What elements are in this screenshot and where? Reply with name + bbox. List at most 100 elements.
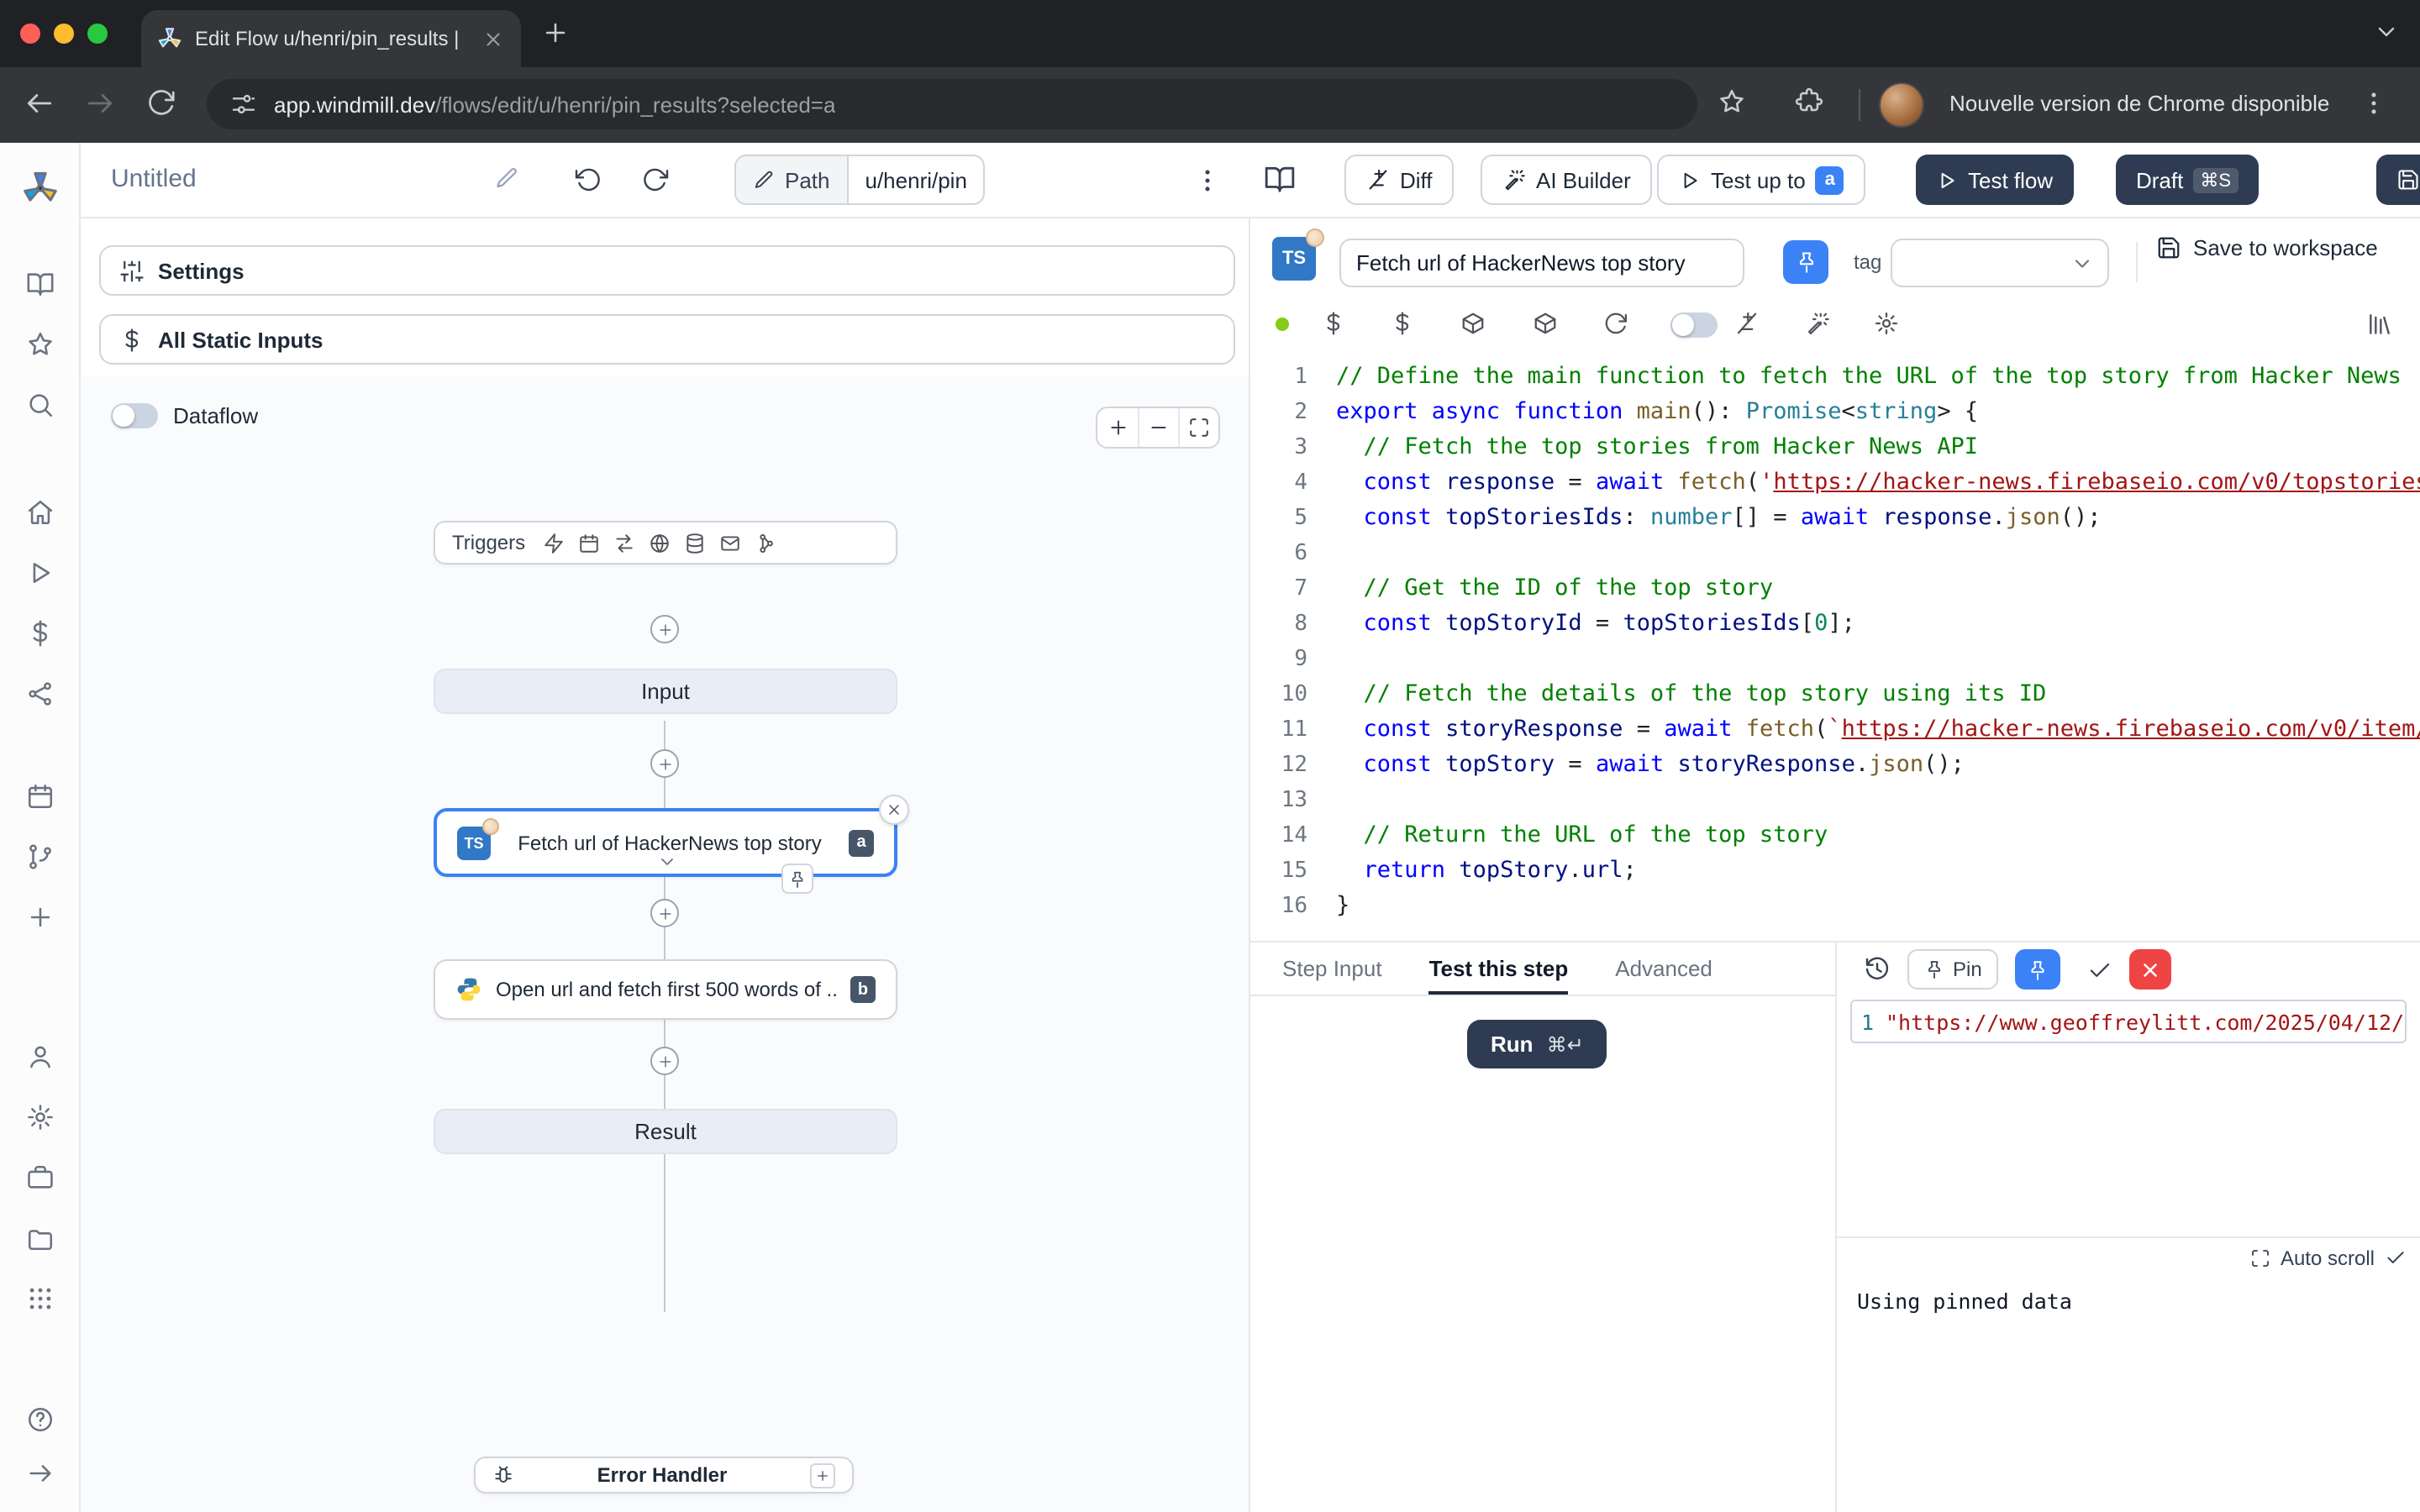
check-icon[interactable] <box>2385 1247 2407 1268</box>
fit-view-button[interactable] <box>1178 408 1218 447</box>
rail-favorites-button[interactable] <box>25 330 54 359</box>
bookmark-star-icon[interactable] <box>1718 87 1746 116</box>
add-step-button[interactable] <box>650 615 679 643</box>
add-error-handler-button[interactable] <box>810 1462 835 1488</box>
rail-workers-button[interactable] <box>25 1163 54 1192</box>
tab-search-button[interactable] <box>2373 18 2400 45</box>
postgres-icon[interactable] <box>683 532 705 554</box>
back-button[interactable] <box>24 87 55 119</box>
tab-advanced[interactable]: Advanced <box>1615 942 1712 995</box>
editor-toggle[interactable] <box>1670 312 1718 338</box>
schedule-icon[interactable] <box>577 532 599 554</box>
add-step-button[interactable] <box>650 899 679 927</box>
rail-collapse-button[interactable] <box>25 1459 54 1488</box>
rail-search-button[interactable] <box>25 391 54 419</box>
ai-assist-button[interactable] <box>1805 311 1830 336</box>
dependencies-button[interactable] <box>1533 311 1558 336</box>
add-step-button[interactable] <box>650 749 679 778</box>
dataflow-toggle[interactable] <box>111 403 158 428</box>
fullscreen-window-button[interactable] <box>87 24 108 44</box>
new-tab-button[interactable] <box>541 18 570 47</box>
step-node-b[interactable]: Open url and fetch first 500 words of ..… <box>434 959 897 1020</box>
triggers-node[interactable]: Triggers <box>434 521 897 564</box>
rail-resources-button[interactable] <box>25 680 54 708</box>
address-bar[interactable]: app.windmill.dev/flows/edit/u/henri/pin_… <box>207 79 1697 129</box>
test-flow-button[interactable]: Test flow <box>1916 155 2073 205</box>
unpin-step-button[interactable] <box>1783 240 1828 284</box>
expand-icon[interactable] <box>2250 1247 2270 1268</box>
flow-canvas[interactable]: Dataflow Triggers <box>81 376 1249 1512</box>
diff-mode-button[interactable] <box>1734 311 1760 336</box>
test-up-to-button[interactable]: Test up to a <box>1657 155 1866 205</box>
result-node[interactable]: Result <box>434 1109 897 1154</box>
rail-schedules-button[interactable] <box>25 782 54 811</box>
browser-menu-kebab-icon[interactable] <box>2360 89 2388 118</box>
error-handler-node[interactable]: Error Handler <box>474 1457 854 1494</box>
path-label-segment[interactable]: Path <box>736 156 849 203</box>
http-route-icon[interactable] <box>613 532 634 554</box>
step-title-input[interactable] <box>1339 239 1744 287</box>
code-editor[interactable]: 12345678910111213141516 // Define the ma… <box>1250 360 2420 931</box>
input-node[interactable]: Input <box>434 669 897 714</box>
static-inputs-row[interactable]: All Static Inputs <box>99 314 1235 365</box>
windmill-logo[interactable] <box>22 171 57 206</box>
resources-button[interactable] <box>1390 311 1415 336</box>
profile-avatar[interactable] <box>1879 82 1924 128</box>
rail-runs-button[interactable] <box>25 559 54 587</box>
zoom-in-button[interactable] <box>1097 408 1138 447</box>
deploy-button[interactable]: Deploy <box>2376 155 2420 205</box>
library-panel-button[interactable] <box>2366 311 2393 338</box>
clear-pin-button[interactable] <box>2130 949 2172 990</box>
pinned-result-editor[interactable]: 1 "https://www.geoffreylitt.com/2025/04/… <box>1850 1000 2407 1043</box>
tab-step-input[interactable]: Step Input <box>1282 942 1382 995</box>
undo-button[interactable] <box>575 166 602 193</box>
pinned-active-button[interactable] <box>2016 949 2061 990</box>
reload-lsp-button[interactable] <box>1603 311 1628 336</box>
rail-users-button[interactable] <box>25 1042 54 1071</box>
webhook-icon[interactable] <box>542 532 564 554</box>
rail-home-button[interactable] <box>25 498 54 527</box>
variables-button[interactable] <box>1321 311 1346 336</box>
extensions-puzzle-icon[interactable] <box>1795 87 1823 116</box>
site-settings-icon[interactable] <box>230 91 257 118</box>
tab-test-this-step[interactable]: Test this step <box>1429 942 1569 995</box>
rail-apps-button[interactable] <box>25 1284 54 1313</box>
draft-button[interactable]: Draft ⌘S <box>2116 155 2258 205</box>
rail-settings-button[interactable] <box>25 1103 54 1131</box>
close-window-button[interactable] <box>20 24 40 44</box>
diff-button[interactable]: Diff <box>1344 155 1455 205</box>
pin-chip-button[interactable]: Pin <box>1907 949 1999 990</box>
rename-pencil-icon[interactable] <box>494 166 519 192</box>
forward-button[interactable] <box>84 87 116 119</box>
ai-builder-button[interactable]: AI Builder <box>1481 155 1653 205</box>
header-kebab-icon[interactable] <box>1193 166 1222 195</box>
kafka-icon[interactable] <box>754 532 776 554</box>
add-step-button[interactable] <box>650 1047 679 1075</box>
editor-settings-button[interactable] <box>1874 311 1899 336</box>
websocket-icon[interactable] <box>648 532 670 554</box>
run-button[interactable]: Run ⌘↵ <box>1467 1020 1607 1068</box>
save-to-workspace-button[interactable]: Save to workspace <box>2156 235 2378 260</box>
flow-name[interactable]: Untitled <box>111 165 197 193</box>
minimize-window-button[interactable] <box>54 24 74 44</box>
history-button[interactable] <box>1864 956 1891 983</box>
rail-folders-button[interactable] <box>25 1224 54 1252</box>
rail-add-button[interactable] <box>25 903 54 932</box>
step-node-a[interactable]: TS Fetch url of HackerNews top story a <box>434 808 897 877</box>
chevron-down-icon[interactable] <box>657 852 677 872</box>
zoom-out-button[interactable] <box>1138 408 1178 447</box>
redo-button[interactable] <box>642 166 669 193</box>
tag-select[interactable] <box>1891 239 2109 287</box>
remove-step-button[interactable] <box>879 795 909 825</box>
rail-flows-button[interactable] <box>25 843 54 871</box>
flow-settings-row[interactable]: Settings <box>99 245 1235 296</box>
browser-tab[interactable]: Edit Flow u/henri/pin_results | <box>141 10 521 67</box>
reload-button[interactable] <box>146 87 176 118</box>
script-library-button[interactable] <box>1460 311 1486 336</box>
path-control[interactable]: Path u/henri/pin <box>734 155 986 205</box>
email-icon[interactable] <box>718 532 740 554</box>
tab-close-icon[interactable] <box>482 28 504 50</box>
rail-variables-button[interactable] <box>25 619 54 648</box>
rail-help-button[interactable] <box>25 1405 54 1434</box>
chrome-update-notice[interactable]: Nouvelle version de Chrome disponible <box>1949 91 2329 116</box>
